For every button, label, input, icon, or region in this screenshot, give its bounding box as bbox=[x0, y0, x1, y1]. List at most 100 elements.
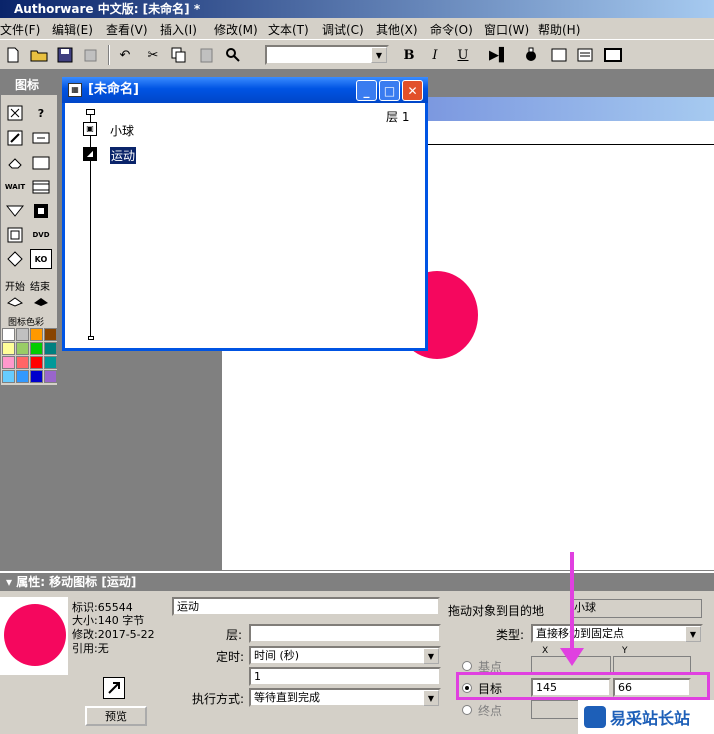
wait-icon[interactable]: WAIT bbox=[4, 177, 26, 197]
calculation-icon[interactable] bbox=[30, 128, 52, 148]
color-swatch[interactable] bbox=[2, 342, 15, 355]
properties-title: ▾ 属性: 移动图标 [运动] bbox=[0, 573, 714, 591]
map-icon[interactable] bbox=[30, 153, 52, 173]
menu-insert[interactable]: 插入(I) bbox=[160, 21, 197, 38]
variables-icon[interactable] bbox=[574, 44, 596, 66]
flow-icon-label-selected[interactable]: 运动 bbox=[110, 147, 137, 164]
base-radio[interactable] bbox=[462, 661, 472, 671]
framework-icon[interactable] bbox=[4, 225, 26, 245]
color-swatch[interactable] bbox=[16, 370, 29, 383]
menu-other[interactable]: 其他(X) bbox=[376, 21, 418, 38]
exec-value: 等待直到完成 bbox=[254, 691, 320, 704]
menu-debug[interactable]: 调试(C) bbox=[322, 21, 364, 38]
cut-icon[interactable]: ✂ bbox=[142, 44, 164, 66]
menu-commands[interactable]: 命令(O) bbox=[430, 21, 473, 38]
design-window-title: [未命名] bbox=[88, 82, 139, 97]
paste-icon[interactable] bbox=[196, 44, 218, 66]
toolbar: ↶ ✂ ▼ B I U ▶▌ bbox=[0, 40, 714, 70]
close-button[interactable]: ✕ bbox=[402, 80, 423, 101]
chevron-down-icon[interactable]: ▼ bbox=[685, 626, 701, 642]
open-folder-icon[interactable] bbox=[28, 44, 50, 66]
knowledge-object-icon[interactable]: KO bbox=[30, 249, 52, 269]
copy-icon[interactable] bbox=[168, 44, 190, 66]
end-radio[interactable] bbox=[462, 705, 472, 715]
menu-modify[interactable]: 修改(M) bbox=[214, 21, 258, 38]
annotation-arrow bbox=[570, 552, 574, 652]
erase-icon[interactable] bbox=[4, 153, 26, 173]
display-icon[interactable] bbox=[4, 103, 26, 123]
color-swatch[interactable] bbox=[30, 370, 43, 383]
design-window: ▦ [未命名] _ □ ✕ 层 1 ▣ 小球 ◢ 运动 bbox=[62, 77, 428, 351]
layer-field[interactable] bbox=[249, 624, 441, 643]
minimize-button[interactable]: _ bbox=[356, 80, 377, 101]
color-swatch[interactable] bbox=[2, 356, 15, 369]
italic-button[interactable]: I bbox=[424, 44, 446, 66]
color-swatch[interactable] bbox=[2, 328, 15, 341]
timing-select[interactable]: 时间 (秒) ▼ bbox=[249, 646, 441, 665]
end-label: 结束 bbox=[30, 282, 50, 293]
decision-icon[interactable] bbox=[4, 249, 26, 269]
motion-type-select[interactable]: 直接移动到固定点 ▼ bbox=[531, 624, 703, 643]
bold-button[interactable]: B bbox=[398, 44, 420, 66]
flow-icon-label[interactable]: 小球 bbox=[110, 122, 134, 139]
icon-palette: 图标 ? WAIT DVD KO 开始 结束 图标色彩 bbox=[0, 74, 58, 386]
icon-ref: 无 bbox=[97, 642, 109, 655]
preview-button[interactable]: 预览 bbox=[85, 706, 147, 726]
undo-icon[interactable]: ↶ bbox=[114, 44, 136, 66]
display-icon[interactable]: ▣ bbox=[83, 122, 97, 136]
color-swatch[interactable] bbox=[44, 328, 57, 341]
digital-movie-icon[interactable] bbox=[30, 177, 52, 197]
type-label: 类型: bbox=[496, 628, 525, 642]
design-window-titlebar: ▦ [未命名] _ □ ✕ bbox=[62, 77, 428, 103]
underline-button[interactable]: U bbox=[452, 44, 474, 66]
video-icon[interactable]: DVD bbox=[30, 225, 52, 245]
save-all-icon[interactable] bbox=[54, 44, 76, 66]
color-swatch[interactable] bbox=[30, 328, 43, 341]
menu-help[interactable]: 帮助(H) bbox=[538, 21, 580, 38]
presentation-window-titlebar bbox=[415, 97, 714, 121]
menu-view[interactable]: 查看(V) bbox=[106, 21, 148, 38]
chevron-down-icon[interactable]: ▼ bbox=[423, 648, 439, 664]
functions-icon[interactable] bbox=[548, 44, 570, 66]
icon-name-field[interactable]: 运动 bbox=[172, 597, 440, 616]
flowline-end-marker bbox=[88, 336, 94, 340]
menu-text[interactable]: 文本(T) bbox=[268, 21, 309, 38]
design-window-icon: ▦ bbox=[68, 83, 82, 97]
color-swatch[interactable] bbox=[30, 342, 43, 355]
menu-edit[interactable]: 编辑(E) bbox=[52, 21, 93, 38]
timing-value: 时间 (秒) bbox=[254, 649, 300, 662]
flowline-start-marker bbox=[86, 109, 95, 115]
control-panel-icon[interactable] bbox=[520, 44, 542, 66]
start-flag-icon[interactable] bbox=[4, 292, 26, 312]
duration-field[interactable]: 1 bbox=[249, 667, 441, 686]
color-swatch[interactable] bbox=[16, 356, 29, 369]
chevron-down-icon[interactable]: ▼ bbox=[423, 690, 439, 706]
text-style-combo[interactable]: ▼ bbox=[265, 45, 389, 65]
knowledge-objects-icon[interactable] bbox=[602, 44, 624, 66]
end-flag-icon[interactable] bbox=[30, 292, 52, 312]
chevron-down-icon[interactable]: ▼ bbox=[371, 47, 387, 63]
icon-ref-row: 引用:无 bbox=[72, 640, 109, 656]
color-swatch[interactable] bbox=[16, 342, 29, 355]
palette-title: 图标 bbox=[1, 75, 57, 95]
restart-icon[interactable]: ▶▌ bbox=[488, 44, 510, 66]
color-swatch[interactable] bbox=[30, 356, 43, 369]
color-swatch[interactable] bbox=[44, 370, 57, 383]
new-file-icon[interactable] bbox=[2, 44, 24, 66]
maximize-button[interactable]: □ bbox=[379, 80, 400, 101]
import-icon[interactable] bbox=[80, 44, 102, 66]
color-swatch[interactable] bbox=[16, 328, 29, 341]
sound-icon[interactable] bbox=[30, 201, 52, 221]
color-swatch[interactable] bbox=[44, 342, 57, 355]
navigate-icon[interactable] bbox=[4, 201, 26, 221]
color-swatch[interactable] bbox=[2, 370, 15, 383]
find-icon[interactable] bbox=[222, 44, 244, 66]
menu-window[interactable]: 窗口(W) bbox=[484, 21, 529, 38]
interaction-icon[interactable]: ? bbox=[30, 103, 52, 123]
motion-icon[interactable]: ◢ bbox=[83, 147, 97, 161]
motion-icon[interactable] bbox=[4, 128, 26, 148]
annotation-highlight bbox=[456, 672, 710, 700]
exec-select[interactable]: 等待直到完成 ▼ bbox=[249, 688, 441, 707]
color-swatch[interactable] bbox=[44, 356, 57, 369]
menu-file[interactable]: 文件(F) bbox=[0, 21, 40, 38]
